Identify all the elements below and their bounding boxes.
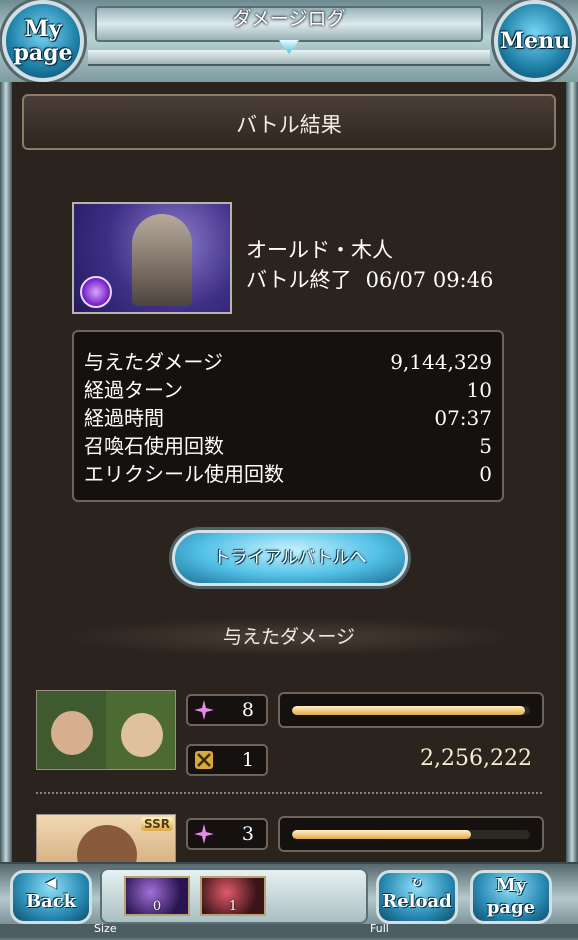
stat-value: 10 (466, 378, 492, 402)
potion-count: 1 (228, 899, 238, 914)
damage-gauge-track (292, 830, 530, 839)
dark-element-icon (80, 276, 112, 308)
ability-count: 3 (241, 823, 254, 845)
enemy-portrait (72, 202, 232, 314)
stat-value: 07:37 (434, 406, 492, 430)
stat-label: 経過ターン (84, 378, 183, 402)
battle-end-line: バトル終了 06/07 09:46 (246, 264, 493, 294)
damage-gauge (278, 816, 544, 852)
enemy-figure (132, 214, 192, 306)
stat-row: エリクシール使用回数 0 (84, 460, 492, 488)
charge-attack-count: 1 (241, 749, 254, 771)
damage-gauge-fill (292, 706, 526, 715)
bottom-mypage-button[interactable]: My page (470, 870, 552, 924)
mypage-button[interactable]: My page (2, 0, 84, 82)
bottom-mypage-label-2: page (486, 897, 536, 918)
stats-box: 与えたダメージ 9,144,329 経過ターン 10 経過時間 07:37 召喚石使用… (72, 330, 504, 502)
top-bar: ダメージログ (0, 0, 578, 84)
mypage-label-2: page (13, 40, 73, 66)
menu-label: Menu (499, 28, 571, 54)
damage-section-heading: 与えたダメージ (64, 618, 514, 656)
ssr-badge: SSR (141, 817, 173, 831)
character-portrait (36, 690, 176, 770)
reload-icon: ↻ (411, 875, 423, 891)
character-face (121, 713, 163, 757)
character-hair (77, 825, 137, 862)
mypage-label-1: My (24, 16, 62, 42)
battle-end-label: バトル終了 (246, 268, 352, 292)
battle-end-datetime: 06/07 09:46 (365, 268, 494, 292)
ability-count: 8 (241, 699, 254, 721)
row-divider (36, 792, 542, 794)
stat-row: 経過時間 07:37 (84, 404, 492, 432)
battle-result-title: バトル結果 (236, 113, 342, 137)
damage-gauge-fill (292, 830, 471, 839)
potion-area: 0 1 (100, 868, 368, 924)
size-label: Size (94, 922, 117, 935)
trial-battle-button[interactable]: トライアルバトルへ (172, 530, 408, 586)
page-title: ダメージログ (232, 8, 346, 30)
sparkle-icon (194, 824, 214, 844)
battle-result-header: バトル結果 (22, 94, 556, 150)
stat-label: エリクシール使用回数 (84, 462, 284, 486)
character-face (51, 711, 93, 755)
crossed-swords-icon (195, 751, 213, 769)
stat-row: 召喚石使用回数 5 (84, 432, 492, 460)
reload-button[interactable]: ↻ Reload (376, 870, 458, 924)
potion-count: 0 (152, 899, 162, 914)
potion-slot[interactable]: 1 (200, 876, 266, 916)
damage-gauge (278, 692, 544, 728)
ability-count-box: 8 (186, 694, 268, 726)
stat-value: 5 (479, 434, 492, 458)
stat-label: 与えたダメージ (84, 350, 223, 374)
enemy-name: オールド・木人 (246, 238, 393, 262)
back-button[interactable]: ◀ Back (10, 870, 92, 924)
reload-label: Reload (382, 891, 452, 912)
potion-slot[interactable]: 0 (124, 876, 190, 916)
full-label: Full (370, 922, 389, 935)
back-label: Back (25, 891, 77, 912)
damage-gauge-track (292, 706, 530, 715)
stat-label: 召喚石使用回数 (84, 434, 224, 458)
stat-label: 経過時間 (84, 406, 164, 430)
menu-button[interactable]: Menu (494, 0, 576, 82)
sparkle-icon (194, 700, 214, 720)
stat-row: 与えたダメージ 9,144,329 (84, 348, 492, 376)
character-portrait: SSR (36, 814, 176, 862)
frame-right (566, 82, 578, 862)
ability-count-box: 3 (186, 818, 268, 850)
stat-value: 9,144,329 (390, 350, 492, 374)
back-arrow-icon: ◀ (45, 875, 57, 891)
stat-value: 0 (479, 462, 492, 486)
charge-attack-count-box: 1 (186, 744, 268, 776)
frame-left (0, 82, 12, 862)
character-damage-value: 2,256,222 (420, 746, 532, 771)
main-panel: バトル結果 オールド・木人 バトル終了 06/07 09:46 与えたダメージ 9,… (12, 82, 566, 862)
size-bar: Size Full (0, 922, 578, 938)
stat-row: 経過ターン 10 (84, 376, 492, 404)
bottom-mypage-label-1: My (495, 875, 527, 896)
